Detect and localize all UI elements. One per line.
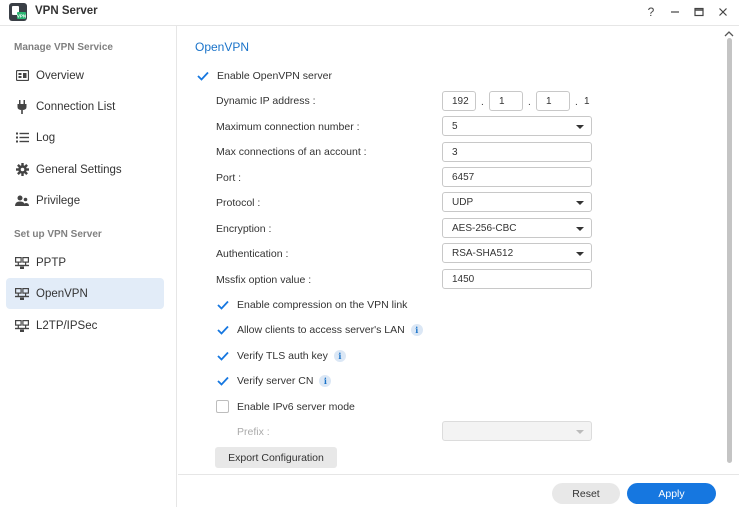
dynamic-ip-label: Dynamic IP address :: [216, 95, 316, 107]
authentication-select[interactable]: RSA-SHA512: [442, 243, 592, 263]
checkbox-label: Enable OpenVPN server: [217, 69, 332, 82]
mssfix-input[interactable]: 1450: [442, 269, 592, 289]
sidebar-item-l2tp-ipsec[interactable]: L2TP/IPSec: [6, 310, 164, 341]
network-icon: [15, 287, 29, 301]
sidebar-item-log[interactable]: Log: [6, 122, 164, 153]
check-icon: [216, 298, 229, 311]
max-account-connection-input[interactable]: 3: [442, 142, 592, 162]
sidebar-item-label: General Settings: [36, 163, 122, 176]
ip-dot: .: [481, 97, 484, 108]
maximize-button[interactable]: [691, 3, 707, 21]
encryption-label: Encryption :: [216, 223, 272, 235]
svg-text:VPN: VPN: [17, 14, 26, 19]
minimize-button[interactable]: [667, 3, 683, 21]
checkbox-label: Enable IPv6 server mode: [237, 400, 355, 413]
sidebar-item-overview[interactable]: Overview: [6, 60, 164, 91]
checkbox-label: Allow clients to access server's LAN: [237, 323, 405, 336]
window-title: VPN Server: [35, 5, 98, 17]
authentication-label: Authentication :: [216, 248, 289, 260]
ip-octet-4-value: 1: [584, 96, 590, 107]
max-connection-label: Maximum connection number :: [216, 121, 360, 133]
sidebar-item-connection-list[interactable]: Connection List: [6, 91, 164, 122]
sidebar-item-privilege[interactable]: Privilege: [6, 185, 164, 216]
reset-button[interactable]: Reset: [552, 483, 620, 504]
ip-octet-3-input[interactable]: 1: [536, 91, 570, 111]
footer: Reset Apply: [178, 474, 739, 507]
info-icon[interactable]: i: [410, 323, 423, 336]
close-button[interactable]: [715, 3, 731, 21]
apply-button[interactable]: Apply: [627, 483, 716, 504]
sidebar-item-pptp[interactable]: PPTP: [6, 247, 164, 278]
port-label: Port :: [216, 172, 242, 184]
scrollbar-thumb[interactable]: [727, 38, 732, 463]
prefix-select: [442, 421, 592, 441]
sidebar-item-label: Log: [36, 131, 56, 144]
plug-icon: [15, 99, 29, 114]
gear-icon: [15, 163, 29, 177]
prefix-label: Prefix :: [237, 426, 270, 438]
max-connection-select[interactable]: 5: [442, 116, 592, 136]
minimize-icon: [671, 11, 679, 13]
protocol-label: Protocol :: [216, 197, 261, 209]
close-icon: [719, 8, 727, 16]
ip-dot: .: [575, 97, 578, 108]
info-icon[interactable]: i: [333, 349, 346, 362]
ip-dot: .: [528, 97, 531, 108]
overview-icon: [15, 69, 29, 83]
sidebar-section-manage: Manage VPN Service: [14, 42, 113, 53]
sidebar-item-label: L2TP/IPSec: [36, 319, 98, 332]
scroll-up-icon[interactable]: [724, 31, 734, 37]
encryption-select[interactable]: AES-256-CBC: [442, 218, 592, 238]
port-input[interactable]: 6457: [442, 167, 592, 187]
compression-checkbox[interactable]: Enable compression on the VPN link: [216, 298, 407, 311]
unchecked-box-icon: [216, 400, 229, 413]
checkbox-label: Verify TLS auth key: [237, 349, 328, 362]
title-bar: VPN VPN Server ?: [0, 0, 739, 26]
network-icon: [15, 319, 29, 333]
sidebar-item-general-settings[interactable]: General Settings: [6, 154, 164, 185]
allow-lan-access-checkbox[interactable]: Allow clients to access server's LAN i: [216, 323, 423, 336]
sidebar-item-label: PPTP: [36, 256, 67, 269]
check-icon: [216, 349, 229, 362]
info-icon[interactable]: i: [319, 374, 332, 387]
enable-openvpn-checkbox[interactable]: Enable OpenVPN server: [196, 69, 332, 82]
verify-tls-auth-checkbox[interactable]: Verify TLS auth key i: [216, 349, 346, 362]
sidebar-section-setup: Set up VPN Server: [14, 229, 102, 240]
ip-octet-1-input[interactable]: 192: [442, 91, 476, 111]
check-icon: [196, 69, 209, 82]
list-icon: [15, 131, 29, 145]
sidebar-item-label: Privilege: [36, 194, 81, 207]
mssfix-label: Mssfix option value :: [216, 274, 312, 286]
sidebar-item-label: Connection List: [36, 100, 116, 113]
check-icon: [216, 374, 229, 387]
sidebar-item-label: Overview: [36, 69, 84, 82]
help-button[interactable]: ?: [643, 3, 659, 21]
sidebar-item-openvpn[interactable]: OpenVPN: [6, 278, 164, 309]
network-icon: [15, 256, 29, 270]
checkbox-label: Verify server CN: [237, 374, 314, 387]
export-configuration-button[interactable]: Export Configuration: [215, 447, 337, 468]
check-icon: [216, 323, 229, 336]
max-account-connection-label: Max connections of an account :: [216, 146, 367, 158]
ip-octet-2-input[interactable]: 1: [489, 91, 523, 111]
sidebar: Manage VPN Service Overview Connection L…: [0, 26, 177, 507]
section-title: OpenVPN: [195, 40, 250, 54]
maximize-icon: [694, 7, 704, 17]
protocol-select[interactable]: UDP: [442, 192, 592, 212]
verify-server-cn-checkbox[interactable]: Verify server CN i: [216, 374, 332, 387]
users-icon: [15, 194, 29, 208]
checkbox-label: Enable compression on the VPN link: [237, 298, 408, 311]
sidebar-item-label: OpenVPN: [36, 287, 88, 300]
main-panel: OpenVPN Enable OpenVPN server Dynamic IP…: [178, 26, 739, 474]
enable-ipv6-checkbox[interactable]: Enable IPv6 server mode: [216, 400, 355, 413]
vpn-server-app-icon: VPN: [9, 3, 27, 21]
